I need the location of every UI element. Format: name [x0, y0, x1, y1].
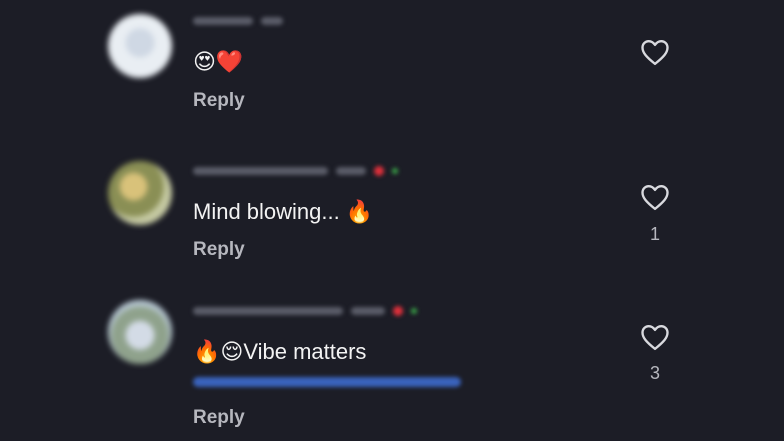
- reply-button[interactable]: Reply: [193, 90, 245, 112]
- badge-red: [393, 306, 403, 316]
- comment-text: Mind blowing... 🔥: [193, 199, 374, 224]
- timestamp: [261, 17, 283, 25]
- avatar[interactable]: [108, 14, 172, 78]
- comment-meta: [193, 15, 283, 27]
- like-count: 1: [649, 224, 660, 244]
- reply-button[interactable]: Reply: [193, 407, 245, 429]
- like-count: 3: [649, 363, 660, 383]
- like-button[interactable]: [640, 323, 670, 351]
- heart-outline-icon: [641, 39, 669, 66]
- badge-red: [374, 166, 384, 176]
- heart-outline-icon: [641, 324, 669, 351]
- like-button[interactable]: [640, 183, 670, 211]
- avatar[interactable]: [108, 161, 172, 225]
- username[interactable]: [193, 167, 328, 175]
- like-button[interactable]: [640, 38, 670, 66]
- comment-meta: [193, 165, 398, 177]
- username[interactable]: [193, 307, 343, 315]
- badge-green: [392, 168, 398, 174]
- comment-text: 😍❤️: [193, 49, 244, 74]
- comment-text: 🔥😌Vibe matters: [193, 339, 367, 364]
- mention-link[interactable]: [193, 377, 461, 387]
- timestamp: [336, 167, 366, 175]
- badge-green: [411, 308, 417, 314]
- username[interactable]: [193, 17, 253, 25]
- avatar[interactable]: [108, 300, 172, 364]
- comment-meta: [193, 305, 417, 317]
- reply-button[interactable]: Reply: [193, 239, 245, 261]
- heart-outline-icon: [641, 184, 669, 211]
- timestamp: [351, 307, 385, 315]
